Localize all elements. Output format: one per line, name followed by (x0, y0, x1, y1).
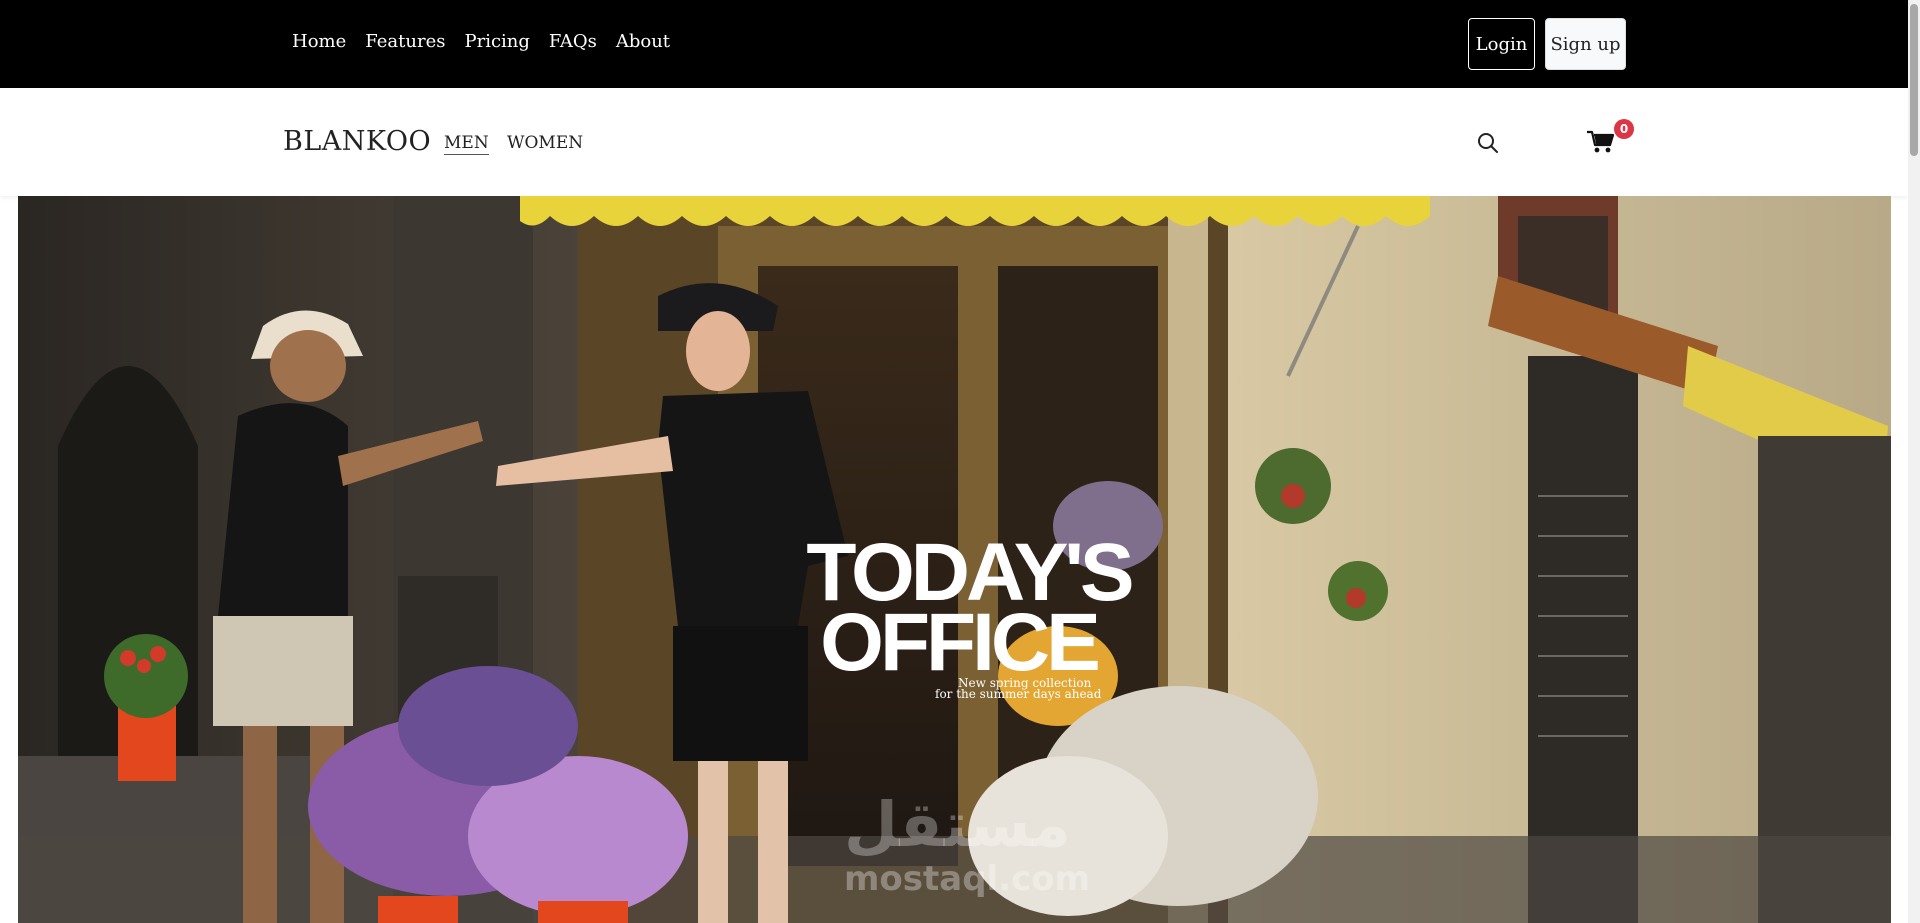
brand-logo[interactable]: BLANKOO (283, 126, 431, 157)
category-men[interactable]: MEN (444, 133, 489, 155)
nav-link-pricing[interactable]: Pricing (464, 31, 529, 52)
auth-buttons: Login Sign up (1468, 18, 1626, 70)
signup-button[interactable]: Sign up (1545, 18, 1626, 70)
cart-icon[interactable] (1586, 129, 1616, 155)
search-icon[interactable] (1476, 131, 1500, 155)
watermark-arabic: مستقل (844, 788, 1071, 861)
page-scrollbar[interactable] (1908, 0, 1920, 923)
nav-link-home[interactable]: Home (292, 31, 346, 52)
hero-title-line2: OFFICE (820, 597, 1101, 688)
nav-link-faqs[interactable]: FAQs (549, 31, 597, 52)
category-women[interactable]: WOMEN (507, 133, 583, 153)
nav-link-features[interactable]: Features (365, 31, 445, 52)
shop-navbar: BLANKOO MEN WOMEN 0 (0, 88, 1908, 196)
nav-link-about[interactable]: About (616, 31, 670, 52)
cart-count-badge: 0 (1614, 119, 1634, 139)
watermark-text: mostaql.com (844, 859, 1091, 899)
hero-subtitle-line2: for the summer days ahead (935, 687, 1102, 701)
scrollbar-thumb[interactable] (1910, 4, 1918, 156)
top-navbar: Home Features Pricing FAQs About Login S… (0, 0, 1908, 88)
main-nav: Home Features Pricing FAQs About (292, 31, 689, 52)
hero-banner: TODAY'S OFFICE New spring collection for… (18, 196, 1891, 923)
login-button[interactable]: Login (1468, 18, 1535, 70)
